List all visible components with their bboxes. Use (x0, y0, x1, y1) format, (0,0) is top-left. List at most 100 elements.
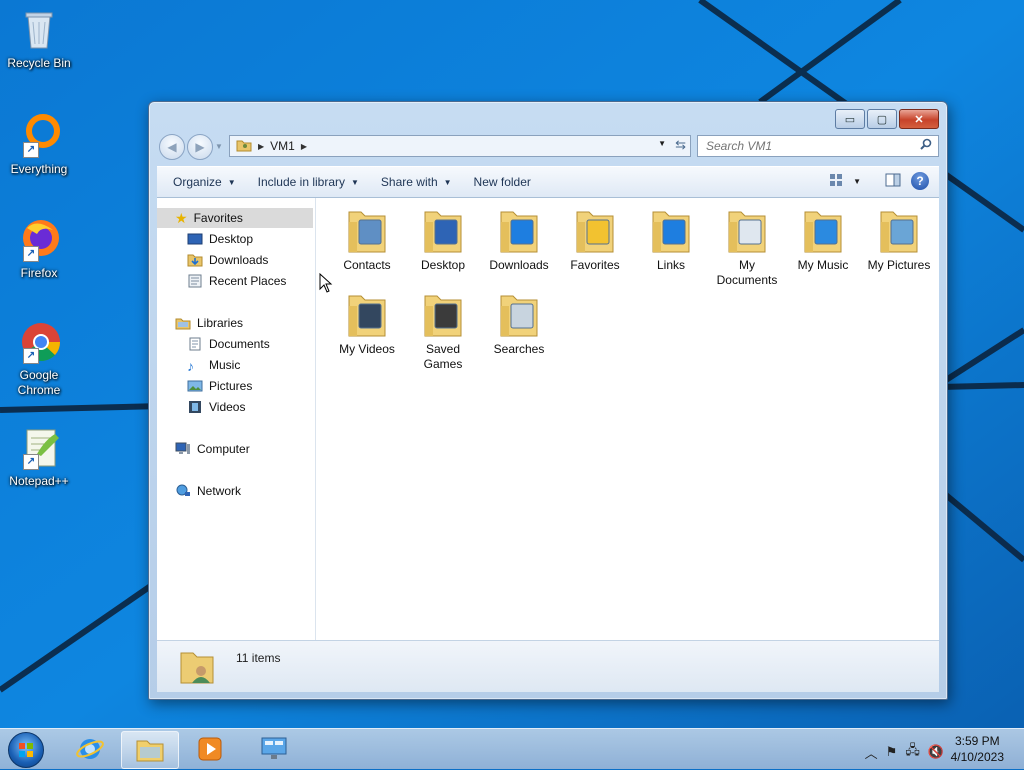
search-box (697, 135, 939, 157)
desktop-icon-google-chrome[interactable]: ↗ Google Chrome (4, 318, 74, 398)
nav-libraries[interactable]: Libraries (157, 313, 313, 333)
forward-button[interactable]: ▶ (187, 134, 213, 160)
network-computer-icon (261, 737, 287, 759)
file-item[interactable]: Favorites (557, 198, 633, 273)
shortcut-arrow-icon: ↗ (23, 246, 39, 262)
taskbar-windows-explorer[interactable] (121, 731, 179, 769)
windows-logo-icon (19, 743, 33, 757)
file-item-label: Contacts (343, 258, 391, 272)
help-icon[interactable]: ? (911, 172, 929, 190)
desktop-icon-everything[interactable]: ↗ Everything (4, 112, 74, 177)
navigation-bar: ◀ ▶ ▼ ▶ VM1 ▶ ▼ ⇆ (157, 132, 939, 160)
file-item[interactable]: My Videos (329, 282, 405, 357)
system-clock[interactable]: 3:59 PM 4/10/2023 (951, 733, 1004, 765)
new-folder-button[interactable]: New folder (474, 175, 531, 189)
view-options-dropdown-icon[interactable]: ▼ (853, 177, 861, 186)
music-folder-icon (801, 206, 845, 256)
search-icon[interactable] (920, 138, 932, 153)
explorer-window[interactable]: ▭ ▢ ✕ ◀ ▶ ▼ ▶ VM1 ▶ ▼ ⇆ Organize ▼ (148, 101, 948, 700)
film-strip-icon (187, 400, 203, 414)
file-item-label: My Pictures (867, 258, 931, 272)
breadcrumb: ▶ VM1 ▶ (236, 138, 307, 155)
nav-music[interactable]: ♪ Music (187, 355, 240, 375)
preview-pane-icon[interactable] (885, 173, 901, 190)
desktop-icon-label: Google Chrome (17, 368, 61, 397)
nav-videos[interactable]: Videos (187, 397, 245, 417)
minimize-button[interactable]: ▭ (835, 109, 865, 129)
computer-icon (175, 442, 191, 456)
nav-desktop-label: Desktop (209, 232, 254, 246)
nav-desktop[interactable]: Desktop (187, 229, 253, 249)
nav-videos-label: Videos (209, 400, 246, 414)
file-item[interactable]: Contacts (329, 198, 405, 273)
taskbar-remote-desktop[interactable] (246, 731, 302, 767)
details-pane: 11 items (157, 640, 939, 692)
search-input[interactable] (704, 138, 918, 154)
maximize-button[interactable]: ▢ (867, 109, 897, 129)
file-item[interactable]: My Music (785, 198, 861, 273)
videos-folder-icon (345, 290, 389, 340)
recent-pages-dropdown[interactable]: ▼ (215, 142, 223, 151)
desktop-icon-recycle-bin[interactable]: Recycle Bin (4, 6, 74, 71)
contacts-folder-icon (345, 206, 389, 256)
back-arrow-icon: ◀ (167, 140, 177, 154)
show-hidden-icons-icon[interactable]: ︿ (865, 743, 878, 762)
nav-favorites[interactable]: ★ Favorites (157, 208, 313, 228)
desktop-icon-firefox[interactable]: ↗ Firefox (4, 216, 74, 281)
breadcrumb-item-vm1[interactable]: VM1 (270, 139, 295, 153)
refresh-icon[interactable]: ⇆ (675, 137, 686, 153)
taskbar-media-player[interactable] (182, 731, 238, 767)
breadcrumb-chevron-icon[interactable]: ▶ (301, 142, 307, 151)
back-button[interactable]: ◀ (159, 134, 185, 160)
nav-downloads[interactable]: Downloads (187, 250, 268, 270)
clock-time: 3:59 PM (954, 734, 1000, 748)
share-with-label: Share with (380, 175, 438, 189)
include-in-library-button[interactable]: Include in library ▼ (258, 175, 359, 189)
address-bar[interactable]: ▶ VM1 ▶ ▼ ⇆ (229, 135, 691, 157)
file-item[interactable]: My Documents (709, 198, 785, 288)
nav-documents[interactable]: Documents (187, 334, 270, 354)
taskbar-internet-explorer[interactable] (62, 731, 118, 767)
nav-recent-places[interactable]: Recent Places (187, 271, 286, 291)
nav-network[interactable]: Network (157, 481, 313, 501)
links-folder-icon (649, 206, 693, 256)
favorites-folder-icon (573, 206, 617, 256)
nav-computer-label: Computer (197, 442, 250, 456)
file-item[interactable]: Links (633, 198, 709, 273)
window-controls: ▭ ▢ ✕ (833, 109, 939, 129)
close-button[interactable]: ✕ (899, 109, 939, 129)
documents-folder-icon (725, 206, 769, 256)
address-dropdown-icon[interactable]: ▼ (658, 139, 666, 148)
nav-pictures[interactable]: Pictures (187, 376, 252, 396)
breadcrumb-separator-icon: ▶ (258, 141, 265, 151)
file-item[interactable]: Downloads (481, 198, 557, 273)
nav-favorites-label: Favorites (193, 211, 243, 225)
pictures-folder-icon (877, 206, 921, 256)
file-item[interactable]: Searches (481, 282, 557, 357)
network-icon (175, 484, 191, 498)
start-button[interactable] (8, 732, 44, 768)
explorer-folder-icon (136, 740, 164, 762)
network-status-icon[interactable]: 🖧 (905, 741, 920, 763)
recycle-bin-icon (15, 6, 63, 54)
file-item-label: My Videos (339, 342, 395, 356)
action-center-flag-icon[interactable]: ⚑ (886, 744, 898, 760)
file-item[interactable]: Desktop (405, 198, 481, 273)
media-player-icon (198, 737, 222, 761)
share-with-button[interactable]: Share with ▼ (381, 175, 452, 189)
saved-games-folder-icon (421, 290, 465, 340)
file-item[interactable]: Saved Games (405, 282, 481, 372)
firefox-icon: ↗ (15, 216, 63, 264)
file-item[interactable]: My Pictures (861, 198, 937, 273)
organize-button[interactable]: Organize ▼ (173, 175, 236, 189)
desktop-icon-notepad-plus-plus[interactable]: ↗ Notepad++ (4, 424, 74, 489)
change-view-icon[interactable] (829, 173, 843, 190)
libraries-icon (175, 316, 191, 330)
file-item-label: My Music (797, 258, 849, 272)
dropdown-arrow-icon: ▼ (351, 177, 359, 187)
dropdown-arrow-icon: ▼ (443, 177, 452, 187)
file-item-label: Saved Games (423, 342, 463, 371)
nav-downloads-label: Downloads (209, 253, 269, 267)
nav-computer[interactable]: Computer (157, 439, 313, 459)
volume-muted-icon[interactable]: 🔇 (928, 744, 944, 760)
